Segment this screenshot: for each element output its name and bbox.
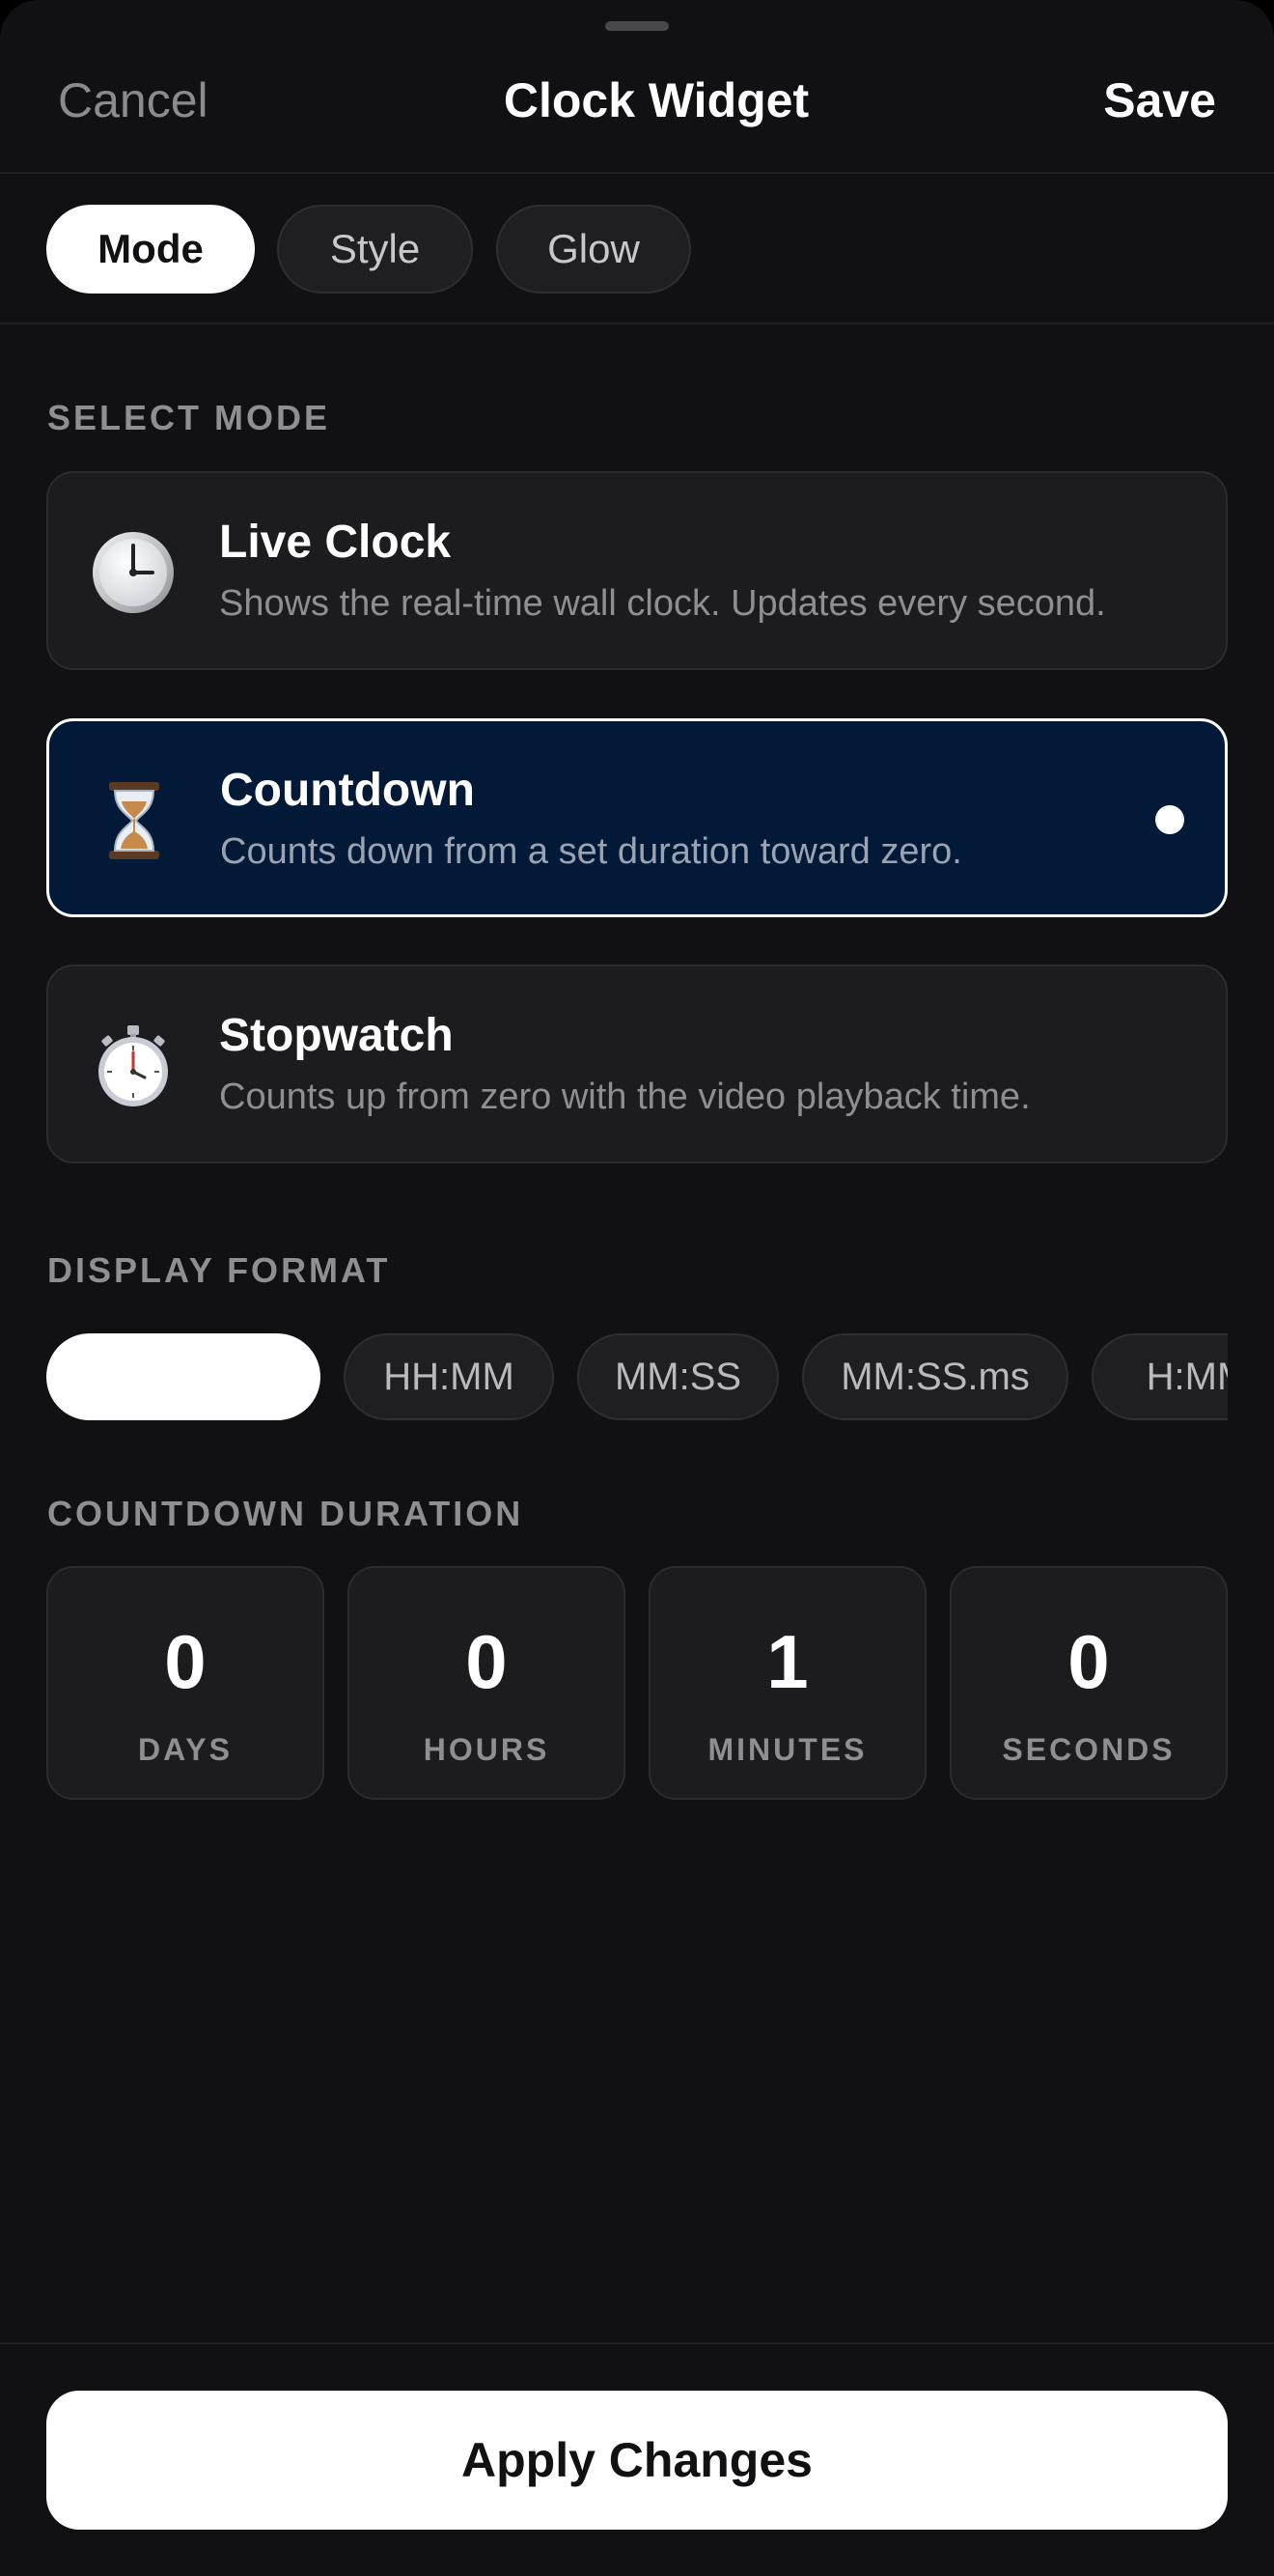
clock-icon — [91, 530, 176, 615]
format-chip-mm-ss-ms[interactable]: MM:SS.ms — [802, 1333, 1068, 1420]
mode-option-countdown[interactable]: Countdown Counts down from a set duratio… — [46, 718, 1228, 917]
duration-minutes-label: MINUTES — [707, 1732, 868, 1767]
display-format-heading: DISPLAY FORMAT — [47, 1250, 391, 1290]
display-format-options[interactable]: HH:MM MM:SS MM:SS.ms H:MM — [46, 1333, 1228, 1420]
apply-changes-button[interactable]: Apply Changes — [46, 2391, 1228, 2530]
format-chip-h-mm[interactable]: H:MM — [1092, 1333, 1228, 1420]
duration-hours-label: HOURS — [423, 1732, 550, 1767]
mode-option-description: Counts down from a set duration toward z… — [220, 831, 962, 872]
save-button[interactable]: Save — [1103, 72, 1216, 128]
duration-days-picker[interactable]: 0 DAYS — [46, 1566, 324, 1800]
duration-seconds-value: 0 — [1067, 1619, 1110, 1704]
tab-mode[interactable]: Mode — [46, 205, 255, 294]
tab-glow[interactable]: Glow — [496, 205, 691, 294]
duration-seconds-label: SECONDS — [1002, 1732, 1176, 1767]
duration-minutes-picker[interactable]: 1 MINUTES — [649, 1566, 927, 1800]
mode-option-description: Counts up from zero with the video playb… — [219, 1077, 1031, 1117]
mode-option-title: Live Clock — [219, 517, 452, 568]
format-chip-mm-ss[interactable]: MM:SS — [577, 1333, 779, 1420]
tab-style[interactable]: Style — [277, 205, 473, 294]
mode-option-live-clock[interactable]: Live Clock Shows the real-time wall cloc… — [46, 471, 1228, 670]
duration-seconds-picker[interactable]: 0 SECONDS — [950, 1566, 1228, 1800]
cancel-button[interactable]: Cancel — [58, 72, 208, 128]
mode-option-description: Shows the real-time wall clock. Updates … — [219, 583, 1106, 624]
hourglass-icon — [92, 778, 177, 863]
duration-minutes-value: 1 — [766, 1619, 809, 1704]
countdown-duration-heading: COUNTDOWN DURATION — [47, 1494, 524, 1533]
duration-hours-value: 0 — [465, 1619, 508, 1704]
select-mode-heading: SELECT MODE — [47, 398, 331, 437]
stopwatch-icon — [91, 1023, 176, 1108]
format-chip-hh-mm[interactable]: HH:MM — [344, 1333, 554, 1420]
duration-days-value: 0 — [164, 1619, 207, 1704]
duration-hours-picker[interactable]: 0 HOURS — [347, 1566, 625, 1800]
selected-indicator-dot — [1155, 805, 1184, 834]
navigation-bar: Cancel Clock Widget Save — [0, 0, 1274, 174]
format-chip-selected[interactable] — [46, 1333, 320, 1420]
mode-option-title: Stopwatch — [219, 1010, 454, 1061]
duration-days-label: DAYS — [138, 1732, 233, 1767]
mode-option-stopwatch[interactable]: Stopwatch Counts up from zero with the v… — [46, 965, 1228, 1163]
tab-bar: Mode Style Glow — [0, 174, 1274, 324]
footer-bar: Apply Changes — [0, 2342, 1274, 2576]
mode-option-title: Countdown — [220, 765, 475, 816]
clock-widget-sheet: Cancel Clock Widget Save Mode Style Glow… — [0, 0, 1274, 2576]
